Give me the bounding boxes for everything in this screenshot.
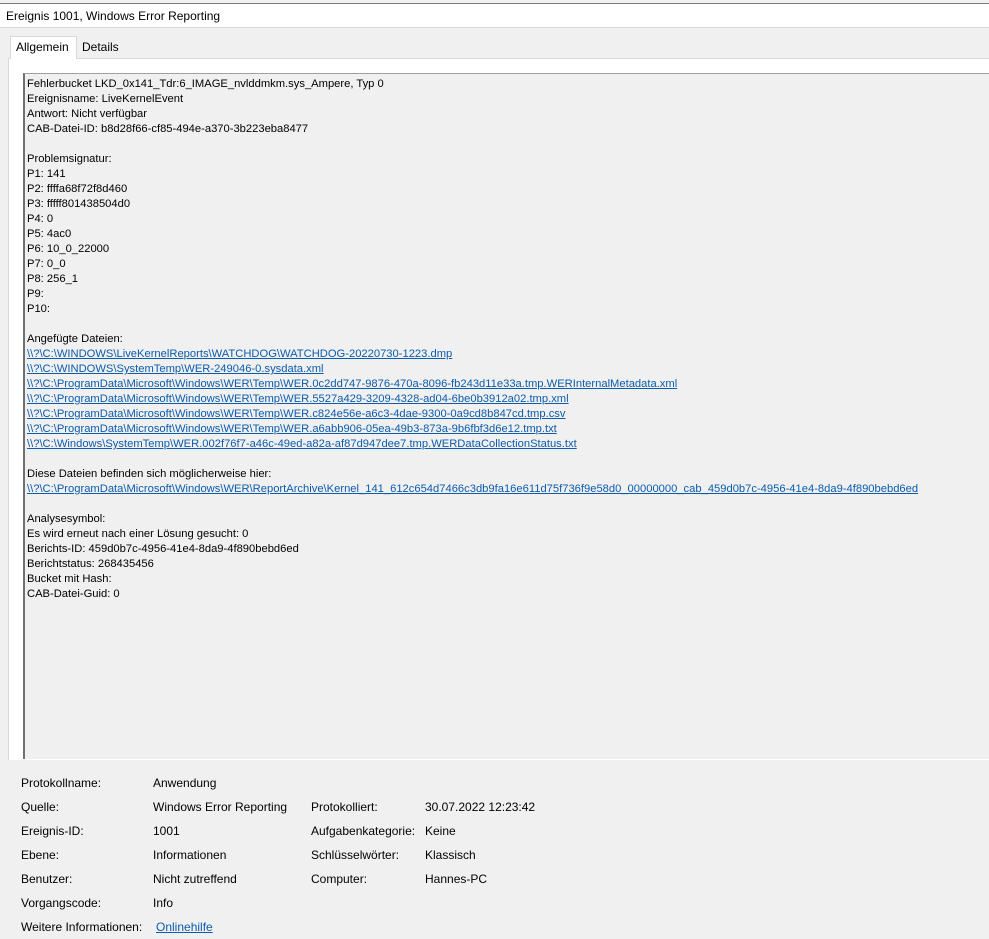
signature-title: Problemsignatur: — [27, 153, 112, 165]
response-line: Antwort: Nicht verfügbar — [27, 108, 148, 120]
event-description-textbox[interactable]: Fehlerbucket LKD_0x141_Tdr:6_IMAGE_nvldd… — [23, 73, 989, 759]
level-label: Ebene: — [21, 848, 60, 862]
level-value: Informationen — [153, 848, 227, 862]
tab-allgemein-label: Allgemein — [16, 40, 69, 54]
attached-file-link[interactable]: \\?\C:\ProgramData\Microsoft\Windows\WER… — [27, 407, 565, 422]
signature-param: P4: 0 — [27, 213, 54, 225]
attached-file-link[interactable]: \\?\C:\WINDOWS\SystemTemp\WER-249046-0.s… — [27, 362, 324, 377]
logged-label: Protokolliert: — [311, 800, 378, 814]
attached-file-link[interactable]: \\?\C:\ProgramData\Microsoft\Windows\WER… — [27, 392, 569, 407]
tab-details-label: Details — [82, 40, 119, 54]
signature-param: P8: 256_1 — [27, 273, 79, 285]
attached-file-link[interactable]: \\?\C:\Windows\SystemTemp\WER.002f76f7-a… — [27, 437, 577, 452]
bucket-hash-line: Bucket mit Hash: — [27, 573, 112, 585]
report-status-line: Berichtstatus: 268435456 — [27, 558, 154, 570]
attached-file-link[interactable]: \\?\C:\WINDOWS\LiveKernelReports\WATCHDO… — [27, 347, 452, 362]
tab-details[interactable]: Details — [77, 39, 123, 61]
logged-value: 30.07.2022 12:23:42 — [425, 800, 536, 814]
online-help-link[interactable]: Onlinehilfe — [156, 920, 213, 934]
title-bar: Ereignis 1001, Windows Error Reporting — [0, 4, 989, 28]
user-label: Benutzer: — [21, 872, 73, 886]
retry-line: Es wird erneut nach einer Lösung gesucht… — [27, 528, 249, 540]
window-title: Ereignis 1001, Windows Error Reporting — [6, 9, 221, 23]
keywords-label: Schlüsselwörter: — [311, 848, 400, 862]
report-archive-link[interactable]: \\?\C:\ProgramData\Microsoft\Windows\WER… — [27, 482, 918, 497]
opcode-label: Vorgangscode: — [21, 896, 102, 910]
tab-strip-divider — [8, 58, 989, 59]
signature-param: P10: — [27, 303, 51, 315]
signature-param: P9: — [27, 288, 44, 300]
keywords-value: Klassisch — [425, 848, 476, 862]
attached-files-title: Angefügte Dateien: — [27, 333, 123, 345]
computer-label: Computer: — [311, 872, 368, 886]
signature-param: P7: 0_0 — [27, 258, 66, 270]
tab-allgemein[interactable]: Allgemein — [10, 36, 77, 59]
log-name-label: Protokollname: — [21, 776, 102, 790]
location-title: Diese Dateien befinden sich möglicherwei… — [27, 468, 272, 480]
event-name-line: Ereignisname: LiveKernelEvent — [27, 93, 184, 105]
cab-guid-line: CAB-Datei-Guid: 0 — [27, 588, 120, 600]
task-category-value: Keine — [425, 824, 456, 838]
signature-param: P3: fffff801438504d0 — [27, 198, 131, 210]
attached-file-link[interactable]: \\?\C:\ProgramData\Microsoft\Windows\WER… — [27, 422, 557, 437]
more-info-label: Weitere Informationen: — [21, 920, 143, 934]
source-label: Quelle: — [21, 800, 60, 814]
analysis-symbol-line: Analysesymbol: — [27, 513, 106, 525]
attached-file-link[interactable]: \\?\C:\ProgramData\Microsoft\Windows\WER… — [27, 377, 677, 392]
signature-param: P2: ffffa68f72f8d460 — [27, 183, 128, 195]
computer-value: Hannes-PC — [425, 872, 488, 886]
signature-param: P5: 4ac0 — [27, 228, 72, 240]
signature-param: P6: 10_0_22000 — [27, 243, 110, 255]
user-value: Nicht zutreffend — [153, 872, 237, 886]
opcode-value: Info — [153, 896, 174, 910]
cab-id-line: CAB-Datei-ID: b8d28f66-cf85-494e-a370-3b… — [27, 123, 309, 135]
report-id-line: Berichts-ID: 459d0b7c-4956-41e4-8da9-4f8… — [27, 543, 299, 555]
bucket-line: Fehlerbucket LKD_0x141_Tdr:6_IMAGE_nvldd… — [27, 78, 384, 90]
log-name-value: Anwendung — [153, 776, 217, 790]
task-category-label: Aufgabenkategorie: — [311, 824, 416, 838]
event-id-value: 1001 — [153, 824, 180, 838]
event-id-label: Ereignis-ID: — [21, 824, 84, 838]
source-value: Windows Error Reporting — [153, 800, 288, 814]
signature-param: P1: 141 — [27, 168, 66, 180]
